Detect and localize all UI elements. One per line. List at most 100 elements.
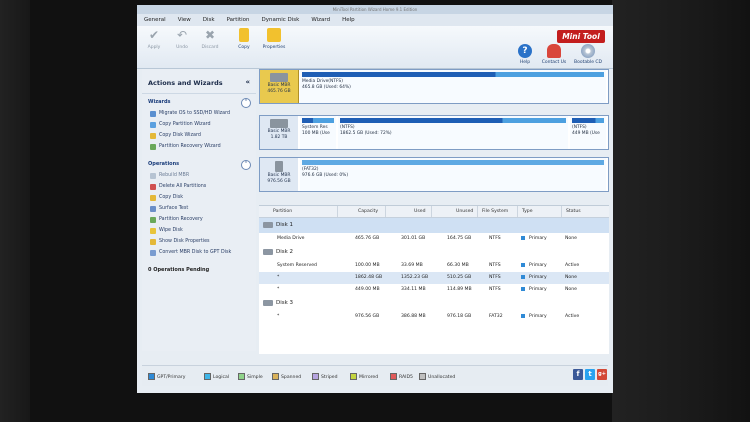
op-wipe-disk[interactable]: Wipe Disk [142,225,256,236]
collapse-wizards-icon[interactable]: ⌃ [241,98,251,108]
disk3-partition-fat32[interactable]: (FAT32) 976.6 GB (Used: 0%) [300,158,606,191]
apply-button[interactable]: ✔ Apply [141,28,167,50]
wizards-section: Wizards ⌃ [142,96,256,108]
legend-raid5: RAID5 [390,373,413,380]
legend-spanned: Spanned [272,373,301,380]
menu-disk[interactable]: Disk [203,17,215,23]
window-title: MiniTool Partition Wizard Home 9.1 Editi… [137,5,613,14]
disk-copy-icon [239,28,249,42]
usage-bar [302,118,334,123]
primary-color-icon [521,313,525,318]
menu-wizard[interactable]: Wizard [311,17,330,23]
col-file-system[interactable]: File System [477,206,508,217]
minitool-logo: Mini Tool [557,30,605,43]
primary-color-icon [521,235,525,240]
partition-table: Partition Capacity Used Unused File Syst… [259,205,609,354]
help-icon: ? [518,44,532,58]
disk1-header-row[interactable]: Disk 1 [259,218,609,233]
col-type[interactable]: Type [517,206,533,217]
disk2-partition-main[interactable]: (NTFS) 1862.5 GB (Used: 72%) [338,116,568,149]
op-surface-test[interactable]: Surface Test [142,203,256,214]
discard-button[interactable]: ✖ Discard [197,28,223,50]
app-window: MiniTool Partition Wizard Home 9.1 Editi… [137,5,613,393]
facebook-icon[interactable]: f [573,369,583,380]
contact-us-button[interactable]: Contact Us [539,44,569,65]
gpt-primary-swatch [148,373,155,380]
usage-bar [302,72,604,77]
menu-dynamic-disk[interactable]: Dynamic Disk [262,17,300,23]
primary-color-icon [521,286,525,291]
table-row[interactable]: * 449.00 MB 334.11 MB 114.89 MB NTFS Pri… [259,284,609,296]
disk3-info[interactable]: Basic MBR 976.56 GB [260,158,298,191]
table-row[interactable]: System Reserved 100.00 MB 33.69 MB 66.30… [259,260,609,272]
disk2-partition-system[interactable]: System Res 100 MB (Use [300,116,336,149]
disk-map: Basic MBR 465.76 GB Media Drive(NTFS) 46… [259,69,609,199]
hard-disk-icon [270,119,288,128]
table-row[interactable]: * 976.56 GB 386.88 MB 976.18 GB FAT32 Pr… [259,311,609,323]
partition-recovery-icon [150,216,156,223]
undo-button[interactable]: ↶ Undo [169,28,195,50]
disk2-partition-small[interactable]: (NTFS) 449 MB (Use [570,116,606,149]
menu-view[interactable]: View [178,17,191,23]
wizard-partition-recovery[interactable]: Partition Recovery Wizard [142,141,256,152]
spanned-swatch [272,373,279,380]
twitter-icon[interactable]: t [585,369,595,380]
wizard-migrate-os[interactable]: Migrate OS to SSD/HD Wizard [142,108,256,119]
toolbar: ✔ Apply ↶ Undo ✖ Discard Copy Properties… [137,26,613,69]
col-used[interactable]: Used [385,206,426,217]
help-button[interactable]: ? Help [510,44,540,65]
disk-map-disk1[interactable]: Basic MBR 465.76 GB Media Drive(NTFS) 46… [259,69,609,104]
disk2-info[interactable]: Basic MBR 1.82 TB [260,116,298,149]
disk-map-disk3[interactable]: Basic MBR 976.56 GB (FAT32) 976.6 GB (Us… [259,157,609,192]
striped-swatch [312,373,319,380]
hard-disk-icon [263,222,273,228]
legend-bar: GPT/Primary Logical Simple Spanned Strip… [142,365,608,386]
wizard-copy-partition[interactable]: Copy Partition Wizard [142,119,256,130]
menu-general[interactable]: General [144,17,166,23]
menu-partition[interactable]: Partition [227,17,250,23]
col-partition[interactable]: Partition [273,206,292,217]
op-rebuild-mbr[interactable]: Rebuild MBR [142,170,256,181]
rebuild-icon [150,172,156,179]
mirrored-swatch [350,373,357,380]
recovery-icon [150,143,156,150]
table-row[interactable]: Media Drive 465.76 GB 301.01 GB 164.75 G… [259,233,609,245]
bootable-cd-button[interactable]: Bootable CD [573,44,603,65]
hard-disk-icon [263,300,273,306]
usage-bar [340,118,566,123]
actions-panel-title: Actions and Wizards « [142,69,256,94]
cd-icon [581,44,595,58]
disk1-info[interactable]: Basic MBR 465.76 GB [260,70,299,103]
google-plus-icon[interactable]: g+ [597,369,607,380]
col-status[interactable]: Status [561,206,581,217]
op-copy-disk[interactable]: Copy Disk [142,192,256,203]
col-capacity[interactable]: Capacity [337,206,378,217]
properties-icon [267,28,281,42]
copy-icon [150,194,156,201]
disk1-partition-media[interactable]: Media Drive(NTFS) 465.8 GB (Used: 64%) [300,70,606,103]
disk-map-disk2[interactable]: Basic MBR 1.82 TB System Res 100 MB (Use… [259,115,609,150]
properties-button[interactable]: Properties [261,28,287,50]
hard-disk-icon [263,249,273,255]
usage-bar [302,160,604,165]
op-disk-properties[interactable]: Show Disk Properties [142,236,256,247]
table-row[interactable]: * 1862.48 GB 1352.23 GB 510.25 GB NTFS P… [259,272,609,284]
pending-operations: 0 Operations Pending [148,267,210,273]
op-delete-all[interactable]: Delete All Partitions [142,181,256,192]
legend-striped: Striped [312,373,338,380]
legend-mirrored: Mirrored [350,373,378,380]
collapse-panel-icon[interactable]: « [245,78,250,86]
op-convert-gpt[interactable]: Convert MBR Disk to GPT Disk [142,247,256,258]
disk3-header-row[interactable]: Disk 3 [259,296,609,311]
col-unused[interactable]: Unused [431,206,473,217]
op-partition-recovery[interactable]: Partition Recovery [142,214,256,225]
close-icon: ✖ [204,28,216,42]
usage-bar [572,118,604,123]
wizard-copy-disk[interactable]: Copy Disk Wizard [142,130,256,141]
menu-help[interactable]: Help [342,17,355,23]
disk2-header-row[interactable]: Disk 2 [259,245,609,260]
collapse-operations-icon[interactable]: ⌃ [241,160,251,170]
disk-properties-icon [150,238,156,245]
copy-button[interactable]: Copy [231,28,257,50]
hard-disk-icon [270,73,288,82]
